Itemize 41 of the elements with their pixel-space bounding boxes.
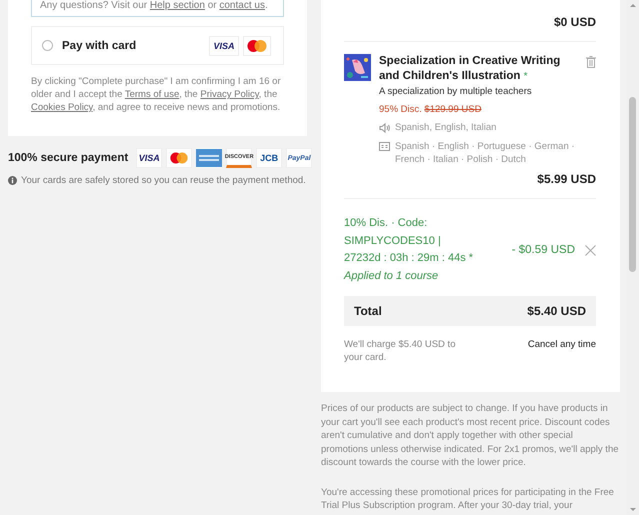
radio-button[interactable] bbox=[42, 40, 53, 51]
course-subtitle: A specialization by multiple teachers bbox=[379, 86, 533, 97]
coupon-amount: - $0.59 USD bbox=[510, 244, 575, 256]
charge-note: We'll charge $5.40 USD to your card. bbox=[344, 338, 456, 364]
close-icon[interactable] bbox=[585, 244, 596, 256]
visa-logo: VISA bbox=[209, 36, 239, 56]
total-label: Total bbox=[354, 304, 382, 318]
audio-languages: Spanish, English, Italian bbox=[395, 121, 496, 134]
fine-print: Prices of our products are subject to change. If you have products in your cart you'll see each product's most recent price. Discount codes aren't cumulative and don't apply together with other special promotions unless otherwise indicated. For 2x1 promos, we'll apply the discount towards the course with the lower price. bbox=[321, 402, 620, 470]
course-price: $5.99 USD bbox=[536, 172, 596, 186]
mastercard-logo bbox=[166, 148, 192, 168]
old-price: $129.99 USD bbox=[424, 104, 482, 115]
payment-option[interactable]: Pay with card VISA bbox=[31, 26, 284, 65]
visa-logo: VISA bbox=[136, 148, 162, 168]
captions-icon bbox=[379, 142, 390, 151]
trash-icon[interactable] bbox=[586, 56, 596, 68]
link[interactable]: Privacy Policy bbox=[200, 89, 259, 100]
discount-label: 95% Disc. bbox=[379, 104, 422, 115]
help-text: Any questions? Visit our Help section or contact us. bbox=[40, 0, 269, 11]
amex-logo bbox=[196, 148, 222, 168]
speaker-icon bbox=[379, 123, 390, 133]
info-icon bbox=[8, 176, 17, 185]
fine-print: You're accessing these promotional prices for participating in the Free Trial Plus Subscription program. After your 30-day trial, your bbox=[321, 486, 615, 512]
storage-note: Your cards are safely stored so you can reuse the payment method. bbox=[21, 174, 306, 187]
jcb-logo: JCB bbox=[256, 148, 282, 168]
legal-text: By clicking "Complete purchase" I am confirming I am 16 or older and I accept the Terms of use, the Privacy Policy, the Cookies Policy, and agree to receive news and promotions. bbox=[31, 75, 282, 114]
link[interactable]: Help section bbox=[150, 0, 205, 11]
subtitle-languages: Spanish · English · Portuguese · German · French · Italian · Polish · Dutch bbox=[395, 140, 576, 166]
total-amount: $5.40 USD bbox=[527, 304, 586, 318]
mastercard-logo bbox=[243, 36, 271, 56]
asterisk-mark: * bbox=[524, 71, 528, 82]
option-label: Pay with card bbox=[62, 40, 138, 52]
cancel-note: Cancel any time bbox=[528, 338, 596, 351]
link[interactable]: Cookies Policy bbox=[31, 102, 93, 113]
link[interactable]: Terms of use bbox=[124, 89, 180, 100]
course-title[interactable]: Specialization in Creative Writing and Children's Illustration * bbox=[379, 54, 578, 84]
secure-payment-label: 100% secure payment bbox=[8, 152, 128, 164]
coupon-code: 10% Dis. · Code: SIMPLYCODES10 | 27232d : 03h : 29m : 44s * bbox=[344, 216, 474, 266]
coupon-applied: Applied to 1 course bbox=[344, 268, 440, 284]
link[interactable]: contact us bbox=[219, 0, 265, 11]
subtotal-price: $0 USD bbox=[552, 14, 596, 29]
